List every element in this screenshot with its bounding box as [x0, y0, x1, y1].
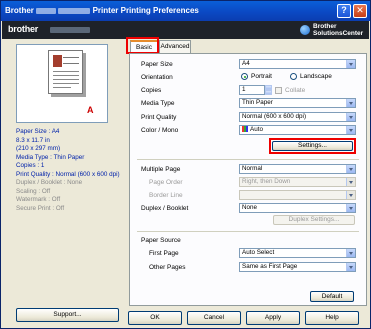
support-button[interactable]: Support... — [16, 308, 119, 322]
chevron-down-icon — [346, 249, 355, 257]
chevron-down-icon — [346, 99, 355, 107]
window-title: Brother Printer Printing Preferences — [5, 6, 199, 15]
media-type-label: Media Type — [141, 100, 175, 107]
portrait-label[interactable]: Portrait — [251, 73, 272, 80]
summary-dimensions-in: 8.3 x 11.7 in — [16, 136, 50, 144]
color-mono-select[interactable]: Auto — [239, 125, 356, 135]
summary-dimensions-mm: (210 x 297 mm) — [16, 145, 61, 152]
paper-source-label: Paper Source — [141, 237, 181, 244]
summary-copies: Copies : 1 — [16, 162, 45, 169]
chevron-down-icon — [346, 178, 355, 186]
brother-logo: brother — [8, 24, 39, 34]
summary-paper-size: Paper Size : A4 — [16, 128, 60, 135]
media-type-select[interactable]: Thin Paper — [239, 98, 356, 108]
help-button[interactable]: Help — [305, 311, 359, 325]
chevron-down-icon — [346, 204, 355, 212]
summary-duplex: Duplex / Booklet : None — [16, 179, 83, 186]
duplex-settings-button: Duplex Settings... — [273, 215, 355, 225]
ok-button[interactable]: OK — [128, 311, 182, 325]
chevron-down-icon — [346, 113, 355, 121]
summary-watermark: Watermark : Off — [16, 196, 61, 203]
copies-down-button[interactable] — [265, 90, 272, 95]
chevron-down-icon — [346, 165, 355, 173]
divider — [137, 159, 359, 160]
apply-button[interactable]: Apply — [246, 311, 300, 325]
divider — [137, 231, 359, 232]
multiple-page-label: Multiple Page — [141, 166, 181, 173]
paper-preview-icon — [48, 50, 83, 94]
settings-button[interactable]: Settings... — [272, 141, 353, 151]
duplex-booklet-label: Duplex / Booklet — [141, 205, 189, 212]
paper-preview: A — [16, 44, 108, 123]
title-bar[interactable]: Brother Printer Printing Preferences ? ✕ — [1, 1, 370, 21]
page-order-label: Page Order — [149, 179, 183, 186]
other-pages-label: Other Pages — [149, 264, 186, 271]
redacted-text — [36, 7, 57, 14]
duplex-booklet-select[interactable]: None — [239, 203, 356, 213]
paper-size-label: Paper Size — [141, 61, 173, 68]
paper-size-badge-icon: A — [87, 105, 94, 115]
orientation-label: Orientation — [141, 74, 173, 81]
border-line-select — [239, 190, 356, 200]
summary-print-quality: Print Quality : Normal (600 x 600 dpi) — [16, 170, 120, 178]
solutions-center-icon[interactable] — [300, 25, 310, 35]
printing-preferences-window: Brother Printer Printing Preferences ? ✕… — [0, 0, 371, 329]
chevron-down-icon — [346, 191, 355, 199]
border-line-label: Border Line — [149, 192, 183, 199]
copies-label: Copies — [141, 87, 162, 94]
brother-banner: brother Brother SolutionsCenter — [2, 21, 369, 39]
landscape-radio[interactable] — [290, 73, 297, 80]
chevron-down-icon — [346, 263, 355, 271]
other-pages-select[interactable]: Same as First Page — [239, 262, 356, 272]
default-button[interactable]: Default — [310, 291, 354, 302]
tab-advanced[interactable]: Advanced — [159, 40, 191, 53]
summary-media-type: Media Type : Thin Paper — [16, 153, 85, 161]
redacted-text — [58, 7, 91, 14]
summary-secure-print: Secure Print : Off — [16, 204, 65, 212]
paper-size-select[interactable]: A4 — [239, 59, 356, 69]
first-page-select[interactable]: Auto Select — [239, 248, 356, 258]
settings-summary: Paper Size : A4 8.3 x 11.7 in (210 x 297… — [16, 128, 122, 213]
collate-checkbox[interactable] — [275, 87, 282, 94]
color-mono-label: Color / Mono — [141, 127, 179, 134]
chevron-down-icon — [346, 126, 355, 134]
first-page-label: First Page — [149, 250, 179, 257]
copies-input[interactable]: 1 — [239, 85, 265, 95]
left-summary-pane: A Paper Size : A4 8.3 x 11.7 in (210 x 2… — [6, 44, 122, 322]
portrait-radio[interactable] — [241, 73, 248, 80]
basic-tab-highlight — [126, 37, 159, 54]
redacted-model — [50, 27, 90, 33]
summary-scaling: Scaling : Off — [16, 187, 51, 195]
chevron-down-icon — [346, 60, 355, 68]
print-quality-select[interactable]: Normal (600 x 600 dpi) — [239, 112, 356, 122]
print-quality-label: Print Quality — [141, 114, 177, 121]
close-button[interactable]: ✕ — [353, 4, 367, 18]
collate-label: Collate — [285, 87, 306, 94]
help-title-button[interactable]: ? — [337, 4, 351, 18]
solutions-center-link[interactable]: Brother SolutionsCenter — [313, 23, 363, 37]
page-order-select: Right, then Down — [239, 177, 356, 187]
multiple-page-select[interactable]: Normal — [239, 164, 356, 174]
cancel-button[interactable]: Cancel — [187, 311, 241, 325]
landscape-label[interactable]: Landscape — [300, 73, 332, 80]
color-palette-icon — [242, 126, 248, 132]
